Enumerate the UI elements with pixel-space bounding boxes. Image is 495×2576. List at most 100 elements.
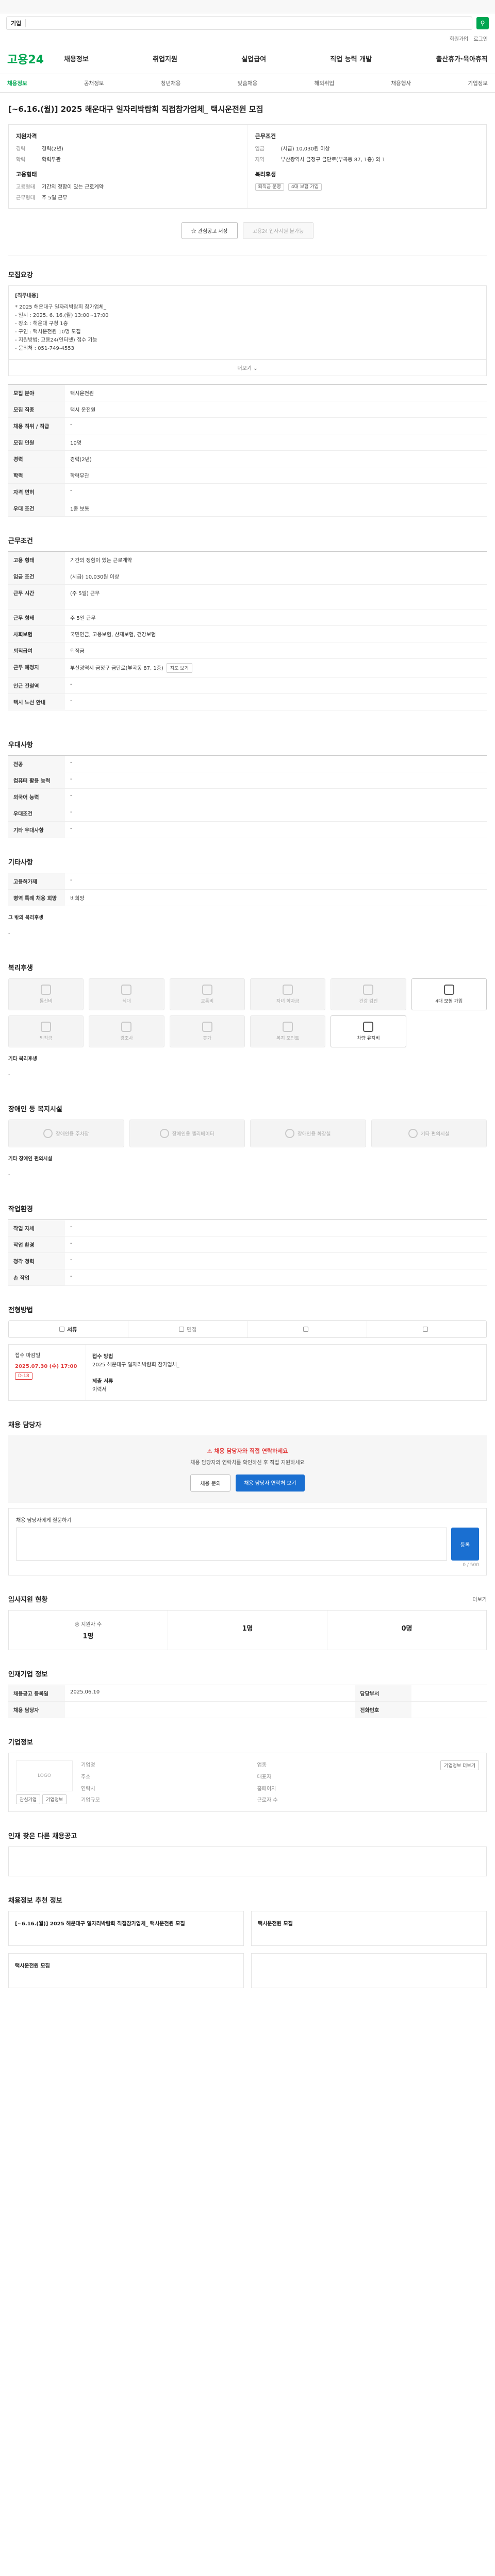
table-row: 채용공고 등록일 2025.06.10 담당부서 (8, 1685, 487, 1702)
inquiry-button[interactable]: 채용 문의 (190, 1475, 231, 1492)
table-row: 청각 청력 - (8, 1252, 487, 1269)
scrap-label: 관심공고 저장 (197, 229, 228, 234)
summary-row: 임금 (시급) 10,030원 이상 (255, 144, 480, 152)
company-value (292, 1760, 430, 1769)
recommend-card[interactable]: 택시운전원 모집 (251, 1911, 487, 1946)
scrap-button[interactable]: ☆ 관심공고 저장 (181, 222, 238, 239)
table-value: 주 5일 근무 (65, 609, 487, 626)
subnav-item[interactable]: 채용정보 (7, 79, 27, 87)
restroom-icon (285, 1129, 295, 1138)
company-key: 기업명 (81, 1762, 95, 1768)
summary-row: 경력 경력(2년) (16, 144, 240, 152)
section-title: 채용 담당자 (8, 1421, 42, 1429)
nav-item[interactable]: 채용정보 (64, 54, 89, 63)
subnav-item[interactable]: 해외취업 (315, 79, 335, 87)
welfare-subtitle: 기타 복리후생 (8, 1056, 37, 1062)
welfare-chip: 4대 보험 가입 (288, 183, 322, 191)
table-value: 택시운전원 (65, 384, 487, 401)
point-icon (283, 1022, 293, 1032)
welfare-tile: 건강 검진 (331, 978, 406, 1010)
status-more-link[interactable]: 더보기 (472, 1595, 487, 1603)
company-more-button[interactable]: 기업정보 더보기 (440, 1760, 479, 1770)
meal-icon (121, 985, 132, 995)
docs-label: 제출 서류 (92, 1379, 113, 1384)
more-button[interactable]: 더보기 ⌄ (8, 360, 487, 376)
period-left: 접수 마감일 2025.07.30 (수) 17:00 D-18 (9, 1345, 86, 1400)
table-row: 채용 직위 / 직급 - (8, 417, 487, 434)
table-row: 병역 특례 채용 희망 비희망 (8, 889, 487, 906)
table-row: 임금 조건 (시급) 10,030원 이상 (8, 568, 487, 585)
recommend-card[interactable]: 택시운전원 모집 (8, 1953, 244, 1988)
table-key: 고용허가제 (8, 873, 65, 890)
gift-icon (121, 1022, 132, 1032)
table-key: 경력 (8, 450, 65, 467)
subnav-item[interactable]: 기업정보 (468, 79, 488, 87)
apply-buttons: 채용 문의 채용 담당자 연락처 보기 (20, 1475, 475, 1492)
table-value: 퇴직금 (65, 642, 487, 659)
table-row: 작업 자세 - (8, 1219, 487, 1236)
table-key: 퇴직급여 (8, 642, 65, 659)
subnav-item[interactable]: 공채정보 (84, 79, 104, 87)
welfare-tile-active: 4대 보험 가입 (411, 978, 487, 1010)
search-category[interactable]: 기업 (11, 19, 26, 27)
table-row: 고용허가제 - (8, 873, 487, 890)
company-key: 연락처 (81, 1786, 95, 1792)
nav-item[interactable]: 출산휴가·육아휴직 (436, 54, 488, 63)
recommend-card[interactable] (251, 1953, 487, 1988)
company-key: 기업규모 (81, 1798, 100, 1804)
summary-heading: 복리후생 (255, 171, 276, 178)
search-box[interactable]: 기업 (6, 16, 472, 30)
subnav-item[interactable]: 맞춤채용 (238, 79, 258, 87)
site-logo[interactable]: 고용24 (7, 50, 64, 67)
notice-bar (0, 0, 495, 13)
step-icon (303, 1327, 309, 1332)
summary-row: 지역 부산광역시 금정구 금단로(부곡동 87, 1층) 외 1 (255, 155, 480, 163)
search-input[interactable] (29, 20, 468, 26)
interview-icon (178, 1327, 184, 1332)
apply-disabled-button[interactable]: 고용24 입사지원 불가능 (242, 222, 314, 239)
process-step (367, 1321, 486, 1337)
search-button[interactable]: ⚲ (476, 17, 489, 29)
table-key: 근무 시간 (8, 584, 65, 609)
conditions-note (8, 710, 487, 721)
card-title[interactable]: 택시운전원 모집 (258, 1920, 480, 1928)
subnav-item[interactable]: 청년채용 (161, 79, 181, 87)
login-link[interactable]: 로그인 (473, 35, 488, 42)
nav-item[interactable]: 실업급여 (241, 54, 266, 63)
table-key: 청각 청력 (8, 1252, 65, 1269)
nav-item[interactable]: 직업 능력 개발 (330, 54, 372, 63)
section-company: 기업정보 LOGO 관심기업 기업정보 기업명 업종 주소 대표자 연락처 홈페이지 … (8, 1723, 487, 1817)
company-value (116, 1760, 253, 1769)
welfare-tile: 휴가 (169, 1015, 245, 1047)
table-row: 사회보험 국민연금, 고용보험, 산재보험, 건강보험 (8, 625, 487, 642)
table-value: (주 5일) 근무 (65, 584, 487, 609)
card-title[interactable]: [~6.16.(월)] 2025 해운대구 일자리박람회 직접참가업체_ 택시운… (15, 1920, 237, 1928)
table-value: 기간의 정함이 있는 근로계약 (65, 551, 487, 568)
signup-link[interactable]: 회원가입 (450, 35, 469, 42)
table-value: 1종 보통 (65, 500, 487, 517)
welfare-tile: 경조사 (89, 1015, 164, 1047)
subnav-item[interactable]: 채용행사 (391, 79, 411, 87)
nav-item[interactable]: 취업지원 (153, 54, 177, 63)
welfare-tile: 교통비 (169, 978, 245, 1010)
section-title: 모집요강 (8, 272, 33, 279)
period-label: 접수 마감일 (15, 1353, 41, 1359)
company-value (292, 1784, 430, 1793)
qa-submit-button[interactable]: 등록 (451, 1528, 479, 1561)
card-title[interactable]: 택시운전원 모집 (15, 1962, 237, 1970)
map-button[interactable]: 지도 보기 (166, 663, 192, 673)
qa-input[interactable] (16, 1528, 447, 1561)
contact-button[interactable]: 채용 담당자 연락처 보기 (236, 1475, 305, 1492)
qa-box: 채용 담당자에게 질문하기 등록 0 / 500 (8, 1508, 487, 1575)
qa-head: 채용 담당자에게 질문하기 (16, 1516, 479, 1523)
table-value: 경력(2년) (65, 450, 487, 467)
recommend-card[interactable]: [~6.16.(월)] 2025 해운대구 일자리박람회 직접참가업체_ 택시운… (8, 1911, 244, 1946)
section-similar: 인재 찾은 다른 채용공고 (8, 1817, 487, 1882)
welfare-tile: 자녀 학자금 (250, 978, 326, 1010)
favorite-company-button[interactable]: 관심기업 (16, 1794, 41, 1804)
title-area: [~6.16.(월)] 2025 해운대구 일자리박람회 직접참가업체_ 택시운… (8, 93, 487, 124)
table-value: 2025.06.10 (65, 1685, 355, 1702)
tile-label: 4대 보험 가입 (435, 999, 463, 1004)
summary-key: 학력 (16, 157, 26, 163)
company-info-button[interactable]: 기업정보 (42, 1794, 67, 1804)
